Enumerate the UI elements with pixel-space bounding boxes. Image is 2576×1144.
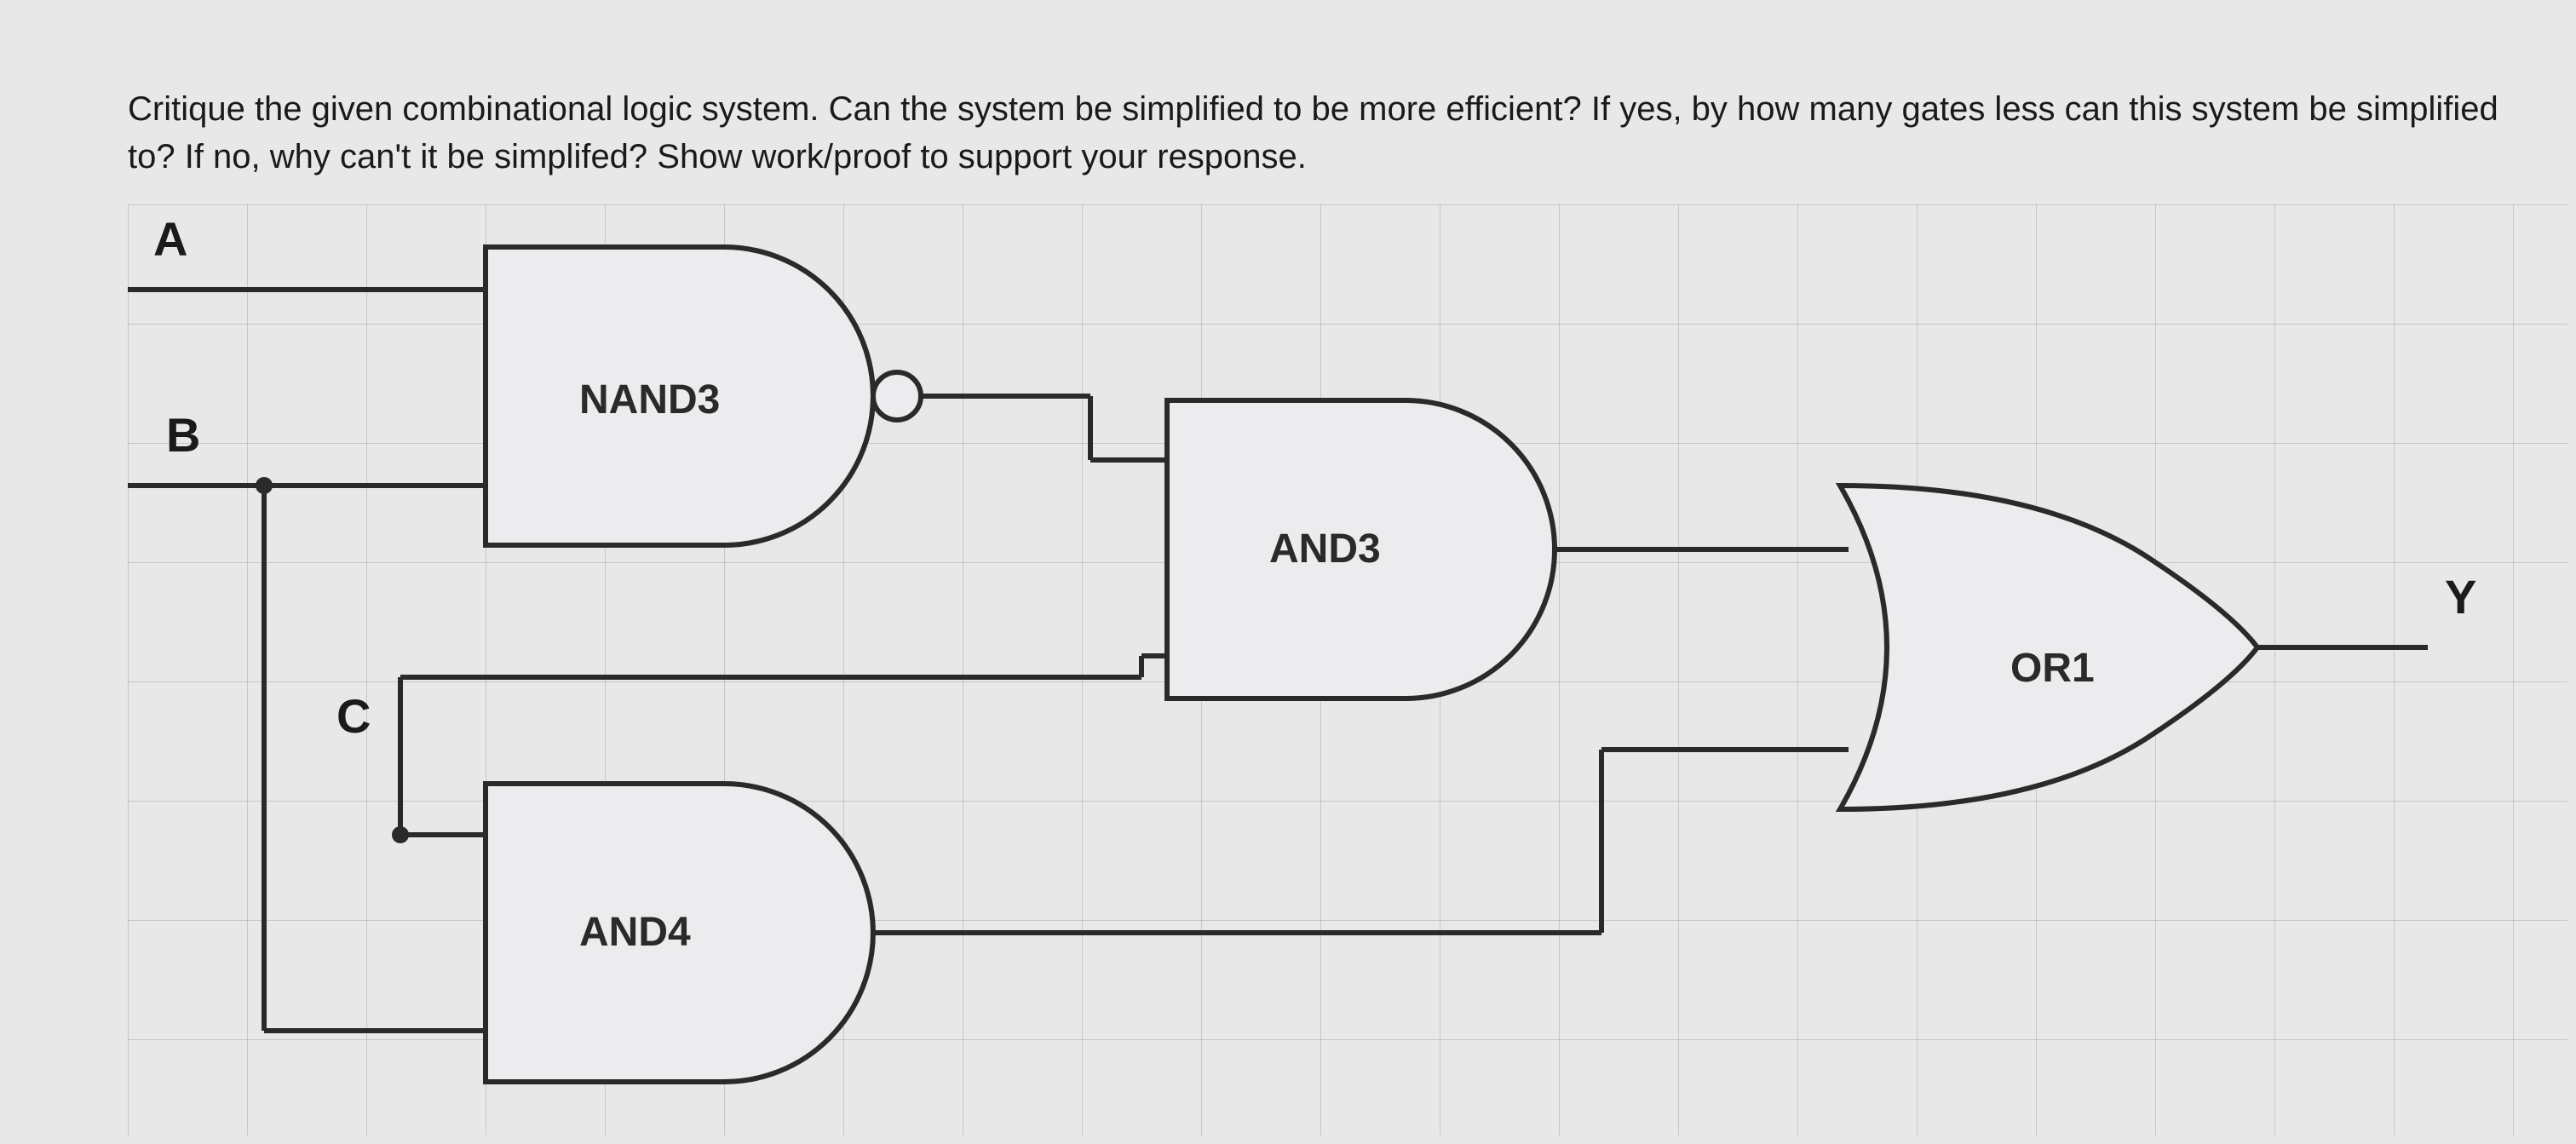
question-text: Critique the given combinational logic s… bbox=[128, 85, 2533, 181]
nand3-bubble bbox=[873, 372, 921, 420]
nand3-label: NAND3 bbox=[579, 377, 720, 423]
or1-label: OR1 bbox=[2010, 646, 2095, 691]
output-label-y: Y bbox=[2445, 570, 2476, 624]
and4-label: AND4 bbox=[579, 910, 691, 955]
logic-circuit-diagram: A B C NAND3 AND3 AND4 OR1 Y bbox=[128, 204, 2513, 1141]
input-label-b: B bbox=[166, 408, 200, 462]
and3-label: AND3 bbox=[1269, 526, 1381, 572]
input-label-a: A bbox=[153, 212, 187, 266]
input-label-c: C bbox=[336, 689, 371, 743]
